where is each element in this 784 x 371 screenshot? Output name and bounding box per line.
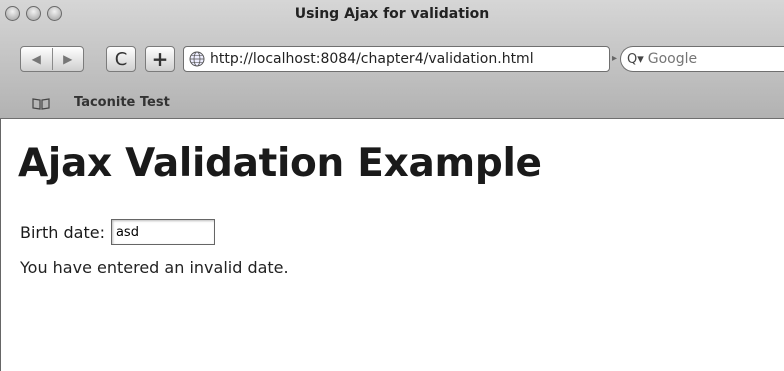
forward-arrow-icon[interactable]: ▶ — [53, 52, 84, 66]
birth-date-row: Birth date: — [20, 219, 215, 245]
birth-date-label: Birth date: — [20, 222, 105, 242]
window-title: Using Ajax for validation — [294, 6, 490, 22]
globe-icon — [189, 51, 205, 67]
add-bookmark-button[interactable]: + — [145, 46, 175, 72]
birth-date-input[interactable] — [110, 219, 215, 245]
bookmarks-book-icon[interactable] — [32, 98, 50, 110]
reload-icon: C — [114, 48, 128, 70]
validation-message: You have entered an invalid date. — [20, 258, 289, 277]
bookmarks-bar: Taconite Test — [0, 90, 784, 118]
reload-button[interactable]: C — [106, 46, 136, 72]
search-icon[interactable]: Q▾ — [627, 52, 644, 67]
page-heading: Ajax Validation Example — [18, 141, 542, 186]
back-forward-control: ◀ ▶ — [20, 46, 84, 72]
address-bar[interactable]: http://localhost:8084/chapter4/validatio… — [183, 46, 610, 72]
browser-window: Using Ajax for validation ◀ ▶ C + http:/… — [0, 0, 784, 371]
back-arrow-icon[interactable]: ◀ — [21, 52, 52, 66]
plus-icon: + — [151, 47, 169, 71]
search-input[interactable] — [647, 51, 768, 67]
search-field[interactable]: Q▾ — [620, 46, 784, 72]
toolbar: ◀ ▶ C + http://localhost:8084/chapter4/v… — [0, 46, 784, 76]
bookmark-taconite-test[interactable]: Taconite Test — [74, 95, 170, 110]
page-content: Ajax Validation Example Birth date: You … — [0, 119, 784, 371]
browser-chrome: Using Ajax for validation ◀ ▶ C + http:/… — [0, 0, 784, 119]
url-dropdown-icon[interactable]: ▸ — [612, 53, 617, 64]
url-text: http://localhost:8084/chapter4/validatio… — [210, 51, 534, 67]
